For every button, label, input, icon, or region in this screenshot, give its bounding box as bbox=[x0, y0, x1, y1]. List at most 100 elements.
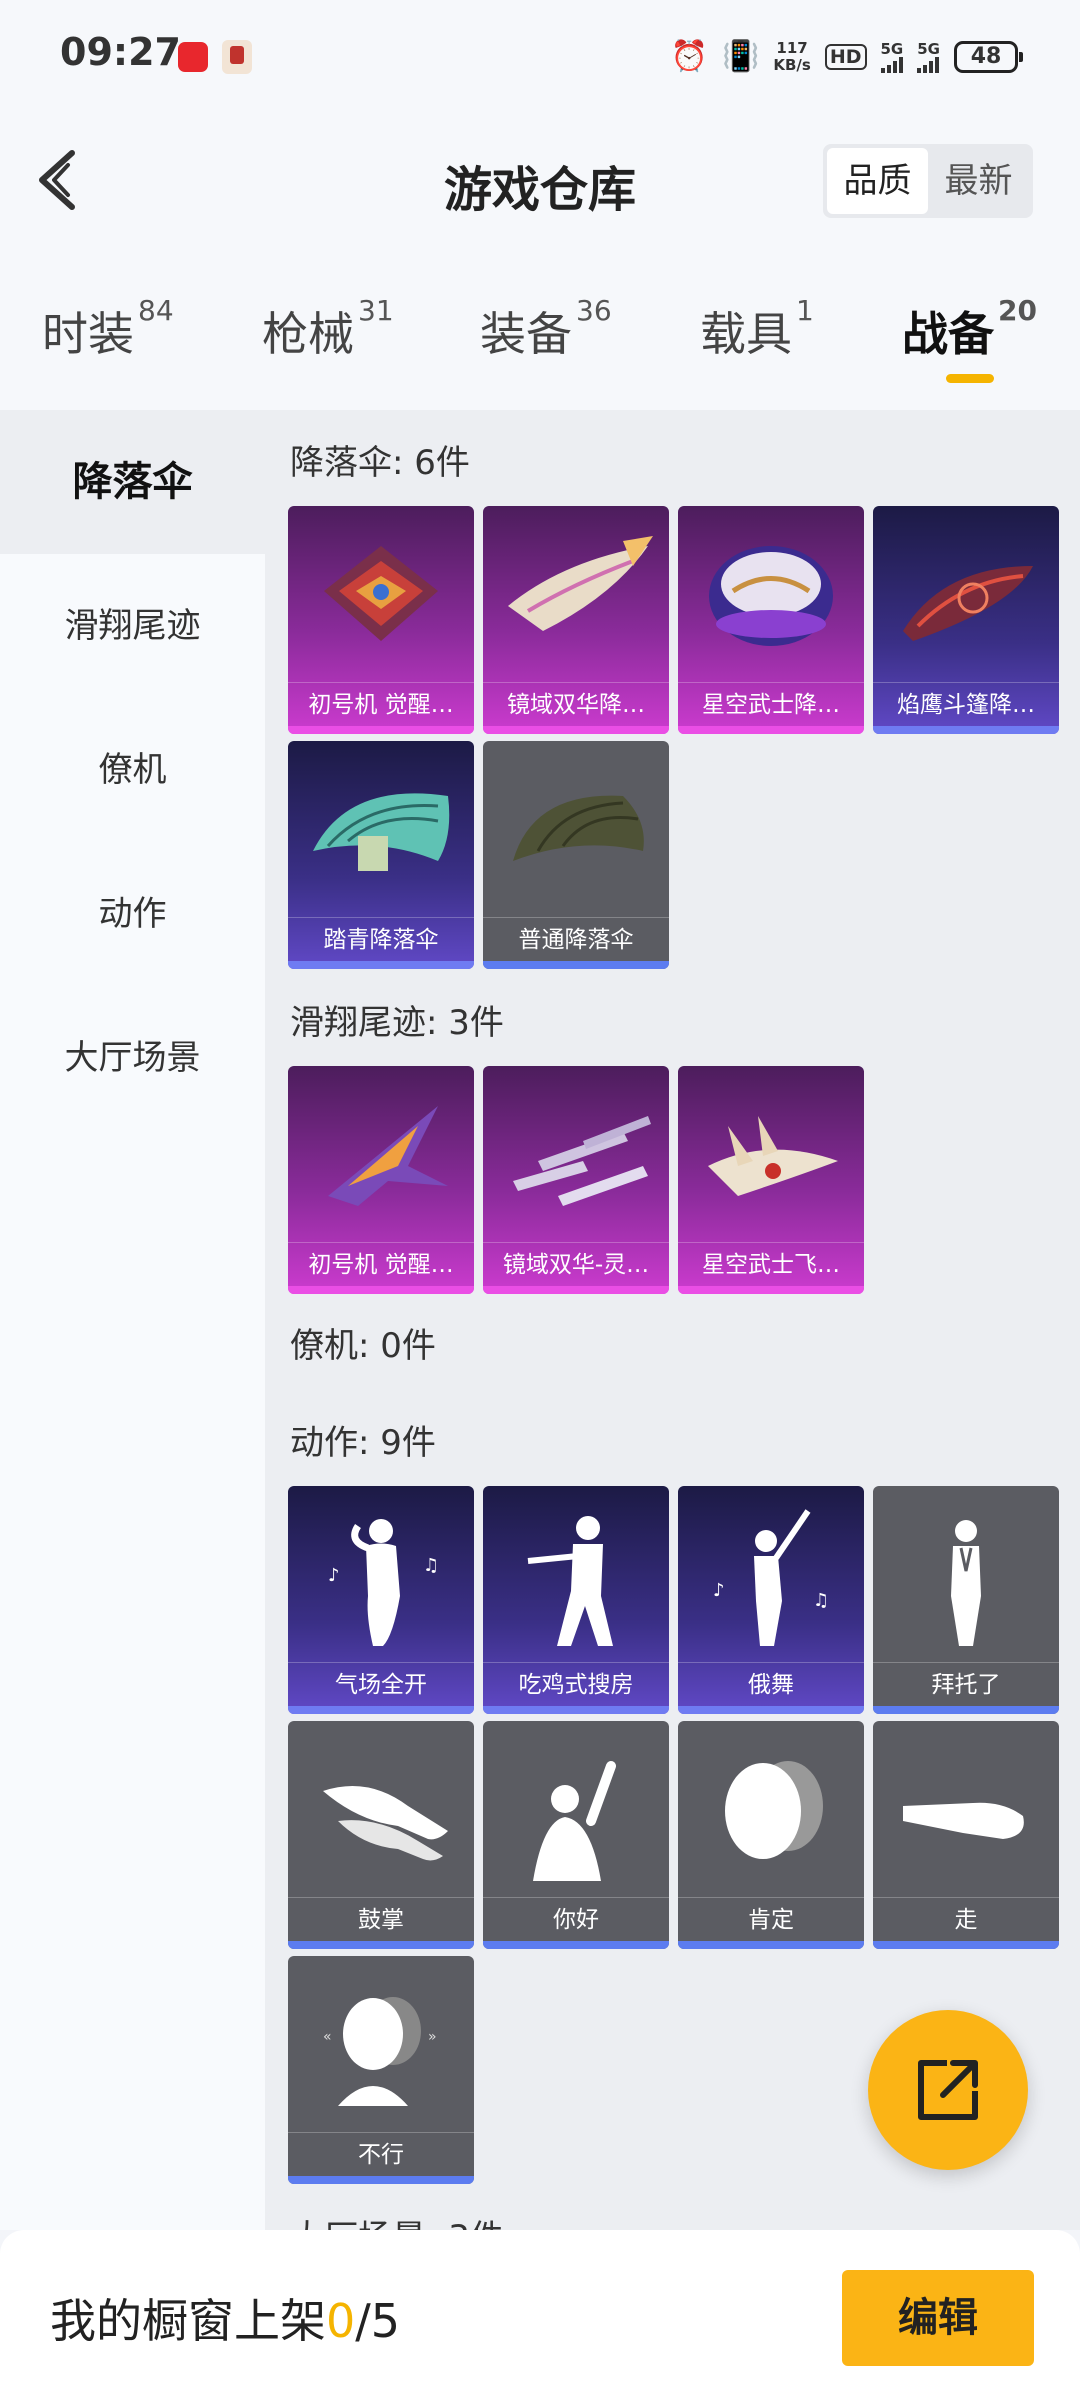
tab-count: 31 bbox=[358, 294, 394, 327]
signal-2-label: 5G bbox=[917, 39, 940, 58]
sidebar: 降落伞 滑翔尾迹 僚机 动作 大厅场景 bbox=[0, 410, 265, 2230]
share-button[interactable] bbox=[868, 2010, 1028, 2170]
status-indicators: ⏰ 📳 117 KB/s HD 5G 5G 48 bbox=[671, 34, 1023, 80]
item-card[interactable]: 走 bbox=[873, 1721, 1059, 1949]
sidebar-item-emote[interactable]: 动作 bbox=[0, 842, 265, 986]
tab-count: 1 bbox=[796, 294, 814, 327]
emote-pose-image bbox=[527, 1516, 613, 1646]
tab-label: 枪械 bbox=[262, 307, 354, 361]
item-card[interactable]: 镜域双华降… bbox=[483, 506, 669, 734]
notification-app-icon bbox=[178, 42, 208, 72]
showcase-status: 我的橱窗上架0/5 bbox=[50, 2285, 400, 2351]
rarity-stripe bbox=[288, 1286, 474, 1294]
svg-text:♪: ♪ bbox=[328, 1565, 340, 1586]
sidebar-item-lobby-scene[interactable]: 大厅场景 bbox=[0, 986, 265, 1130]
item-name: 气场全开 bbox=[288, 1662, 474, 1706]
bottom-bar: 我的橱窗上架0/5 编辑 bbox=[0, 2230, 1080, 2400]
rarity-stripe bbox=[288, 1941, 474, 1949]
rarity-stripe bbox=[873, 1706, 1059, 1714]
showcase-current-count: 0 bbox=[326, 2294, 356, 2348]
item-grid-panel[interactable]: 降落伞: 6件 初号机 觉醒… 镜域双华降… 星空武士降… 焰鹰斗篷降… 踏青降… bbox=[265, 410, 1080, 2230]
sidebar-item-parachute[interactable]: 降落伞 bbox=[0, 410, 265, 554]
tab-label: 战备 bbox=[902, 307, 994, 361]
showcase-total-count: /5 bbox=[355, 2294, 401, 2348]
item-card[interactable]: 吃鸡式搜房 bbox=[483, 1486, 669, 1714]
showcase-label: 我的橱窗上架 bbox=[50, 2294, 326, 2348]
rarity-stripe bbox=[288, 1706, 474, 1714]
item-card[interactable]: 拜托了 bbox=[873, 1486, 1059, 1714]
svg-text:»: » bbox=[428, 2029, 437, 2045]
item-card[interactable]: ♪ ♫ 俄舞 bbox=[678, 1486, 864, 1714]
sidebar-item-wingman[interactable]: 僚机 bbox=[0, 698, 265, 842]
tab-label: 载具 bbox=[700, 307, 792, 361]
vibrate-icon: 📳 bbox=[721, 39, 760, 74]
battery-icon: 48 bbox=[954, 41, 1023, 73]
emote-pose-image: ♪ ♫ bbox=[713, 1509, 829, 1646]
tab-guns[interactable]: 枪械 31 bbox=[262, 294, 394, 364]
tab-fashion[interactable]: 时装 84 bbox=[42, 294, 174, 364]
item-card[interactable]: 你好 bbox=[483, 1721, 669, 1949]
item-card[interactable]: 肯定 bbox=[678, 1721, 864, 1949]
rarity-stripe bbox=[873, 726, 1059, 734]
tab-count: 84 bbox=[138, 294, 174, 327]
svg-text:♫: ♫ bbox=[813, 1590, 829, 1611]
net-speed-value: 117 bbox=[776, 39, 808, 57]
item-card[interactable]: 初号机 觉醒… bbox=[288, 506, 474, 734]
emote-pose-image bbox=[323, 1786, 448, 1861]
item-card[interactable]: 镜域双华-灵… bbox=[483, 1066, 669, 1294]
tab-readiness[interactable]: 战备 20 bbox=[902, 294, 1037, 364]
parachute-image bbox=[513, 795, 644, 861]
section-title-lobby-scene: 大厅场景: 3件 bbox=[290, 2210, 504, 2230]
svg-text:♫: ♫ bbox=[423, 1555, 439, 1576]
item-card[interactable]: 鼓掌 bbox=[288, 1721, 474, 1949]
sort-quality-button[interactable]: 品质 bbox=[827, 148, 928, 214]
emote-pose-image bbox=[951, 1520, 981, 1646]
signal-1: 5G bbox=[880, 41, 903, 73]
emote-pose-image bbox=[533, 1761, 616, 1881]
item-card[interactable]: ♪ ♫ 气场全开 bbox=[288, 1486, 474, 1714]
item-card[interactable]: 初号机 觉醒… bbox=[288, 1066, 474, 1294]
tab-count: 20 bbox=[998, 294, 1037, 327]
rarity-stripe bbox=[678, 1941, 864, 1949]
parachute-image bbox=[903, 566, 1033, 641]
svg-text:♪: ♪ bbox=[713, 1580, 725, 1601]
item-card[interactable]: 星空武士降… bbox=[678, 506, 864, 734]
emote-pose-image bbox=[903, 1802, 1024, 1839]
item-name: 初号机 觉醒… bbox=[288, 682, 474, 726]
status-time: 09:27 bbox=[60, 30, 181, 74]
parachute-image bbox=[324, 546, 438, 641]
sort-latest-button[interactable]: 最新 bbox=[928, 148, 1029, 214]
rarity-stripe bbox=[288, 961, 474, 969]
item-name: 俄舞 bbox=[678, 1662, 864, 1706]
rarity-stripe bbox=[873, 1941, 1059, 1949]
item-name: 不行 bbox=[288, 2132, 474, 2176]
category-tabs: 时装 84 枪械 31 装备 36 载具 1 战备 20 bbox=[0, 260, 1080, 410]
edit-button[interactable]: 编辑 bbox=[842, 2270, 1034, 2366]
item-name: 吃鸡式搜房 bbox=[483, 1662, 669, 1706]
tab-vehicles[interactable]: 载具 1 bbox=[700, 294, 814, 364]
rarity-stripe bbox=[483, 961, 669, 969]
parachute-image bbox=[709, 546, 833, 646]
page-header: 游戏仓库 品质 最新 bbox=[0, 110, 1080, 260]
item-name: 普通降落伞 bbox=[483, 917, 669, 961]
item-card[interactable]: 普通降落伞 bbox=[483, 741, 669, 969]
emote-pose-image: « » bbox=[323, 1997, 437, 2106]
trail-image bbox=[328, 1106, 448, 1206]
signal-bars-icon bbox=[880, 56, 903, 73]
sort-toggle: 品质 最新 bbox=[823, 144, 1033, 218]
trail-image bbox=[513, 1116, 651, 1206]
signal-bars-icon bbox=[917, 56, 940, 73]
item-card[interactable]: « » 不行 bbox=[288, 1956, 474, 2184]
item-name: 你好 bbox=[483, 1897, 669, 1941]
item-card[interactable]: 焰鹰斗篷降… bbox=[873, 506, 1059, 734]
status-bar: 09:27 ⏰ 📳 117 KB/s HD 5G 5G 48 bbox=[0, 0, 1080, 110]
item-name: 镜域双华降… bbox=[483, 682, 669, 726]
section-title-emote: 动作: 9件 bbox=[290, 1423, 436, 1463]
emote-pose-image bbox=[725, 1761, 823, 1859]
sidebar-item-glide-trail[interactable]: 滑翔尾迹 bbox=[0, 554, 265, 698]
item-card[interactable]: 星空武士飞… bbox=[678, 1066, 864, 1294]
item-card[interactable]: 踏青降落伞 bbox=[288, 741, 474, 969]
rarity-stripe bbox=[483, 726, 669, 734]
tab-label: 时装 bbox=[42, 307, 134, 361]
tab-equipment[interactable]: 装备 36 bbox=[480, 294, 612, 364]
